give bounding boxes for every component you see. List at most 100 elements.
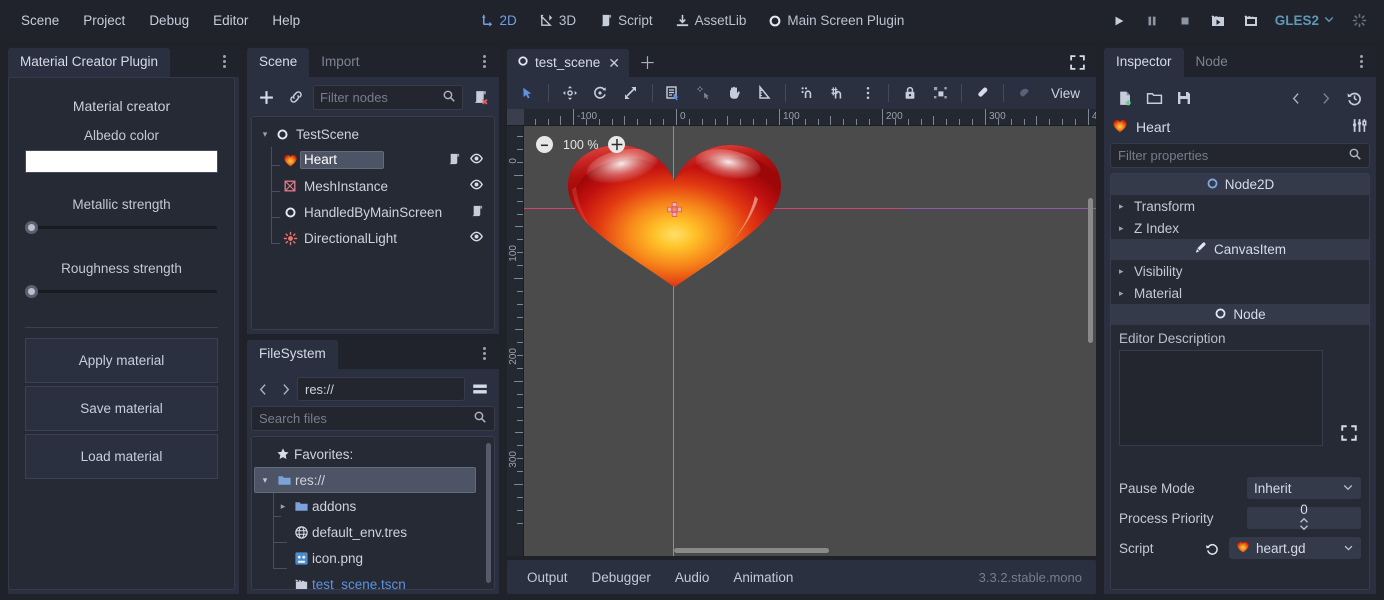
filesystem-path-value[interactable]: res://: [297, 377, 465, 401]
ruler-corner[interactable]: [507, 109, 524, 125]
pan-mode-button[interactable]: [719, 80, 748, 106]
main-screen-plugin-button[interactable]: Main Screen Plugin: [759, 8, 913, 33]
instance-scene-button[interactable]: [283, 84, 309, 110]
lock-button[interactable]: [895, 80, 924, 106]
inspector-history-button[interactable]: [1341, 86, 1368, 110]
snap-options-button[interactable]: [853, 80, 882, 106]
process-priority-spinbox[interactable]: 0: [1247, 507, 1361, 529]
chevron-right-icon[interactable]: ▸: [1119, 266, 1128, 277]
load-material-button[interactable]: Load material: [25, 434, 218, 479]
skeleton-button[interactable]: [968, 80, 997, 106]
play-scene-button[interactable]: [1203, 7, 1233, 35]
inspector-forward-button[interactable]: [1312, 86, 1339, 110]
chevron-down-icon[interactable]: [1343, 541, 1354, 556]
canvas-horizontal-scrollbar[interactable]: [674, 548, 829, 553]
filesystem-forward-button[interactable]: [275, 377, 295, 401]
menu-scene[interactable]: Scene: [10, 8, 70, 33]
kebab-menu-icon[interactable]: [477, 346, 491, 362]
save-material-button[interactable]: Save material: [25, 386, 218, 431]
scene-tree[interactable]: ▾ TestScene Heart: [251, 116, 495, 330]
scene-tree-row-directionallight[interactable]: DirectionalLight: [254, 225, 492, 251]
pivot-mode-button[interactable]: [689, 80, 718, 106]
editor-description-textarea[interactable]: [1119, 350, 1323, 446]
list-select-button[interactable]: [659, 80, 688, 106]
property-row-transform[interactable]: ▸ Transform: [1111, 195, 1369, 217]
property-row-pause-mode[interactable]: Pause Mode Inherit: [1111, 473, 1369, 503]
bottom-panel-output[interactable]: Output: [517, 566, 578, 589]
chevron-right-icon[interactable]: ▸: [276, 501, 290, 512]
menu-editor[interactable]: Editor: [202, 8, 259, 33]
add-node-button[interactable]: [253, 84, 279, 110]
revert-icon[interactable]: [1201, 541, 1223, 556]
scale-mode-button[interactable]: [616, 80, 645, 106]
property-row-script[interactable]: Script heart.gd: [1111, 533, 1369, 563]
roughness-slider-handle[interactable]: [25, 285, 38, 298]
load-resource-button[interactable]: [1141, 86, 1168, 110]
filesystem-row-addons[interactable]: ▸ addons: [254, 493, 492, 519]
chevron-right-icon[interactable]: ▸: [1119, 201, 1128, 212]
script-icon[interactable]: [446, 151, 461, 169]
animation-key-button[interactable]: [1010, 80, 1039, 106]
canvas-2d[interactable]: − 100 % ＋: [524, 126, 1096, 556]
tab-filesystem[interactable]: FileSystem: [247, 340, 338, 369]
tab-scene[interactable]: Scene: [247, 48, 309, 77]
script-remove-button[interactable]: [467, 84, 493, 110]
filesystem-tree[interactable]: Favorites: ▾ res:// ▸ ad: [251, 436, 495, 590]
menu-help[interactable]: Help: [261, 8, 311, 33]
metallic-strength-slider[interactable]: [25, 219, 218, 235]
selection-pivot-icon[interactable]: [667, 202, 680, 215]
chevron-down-icon[interactable]: ▾: [257, 475, 273, 486]
visibility-eye-icon[interactable]: [469, 229, 484, 247]
menu-debug[interactable]: Debug: [138, 8, 200, 33]
filesystem-row-test-scene[interactable]: test_scene.tscn: [254, 571, 492, 590]
scene-tree-row-testscene[interactable]: ▾ TestScene: [254, 121, 492, 147]
close-icon[interactable]: ✕: [608, 56, 620, 70]
filesystem-search-input[interactable]: Search files: [251, 406, 495, 431]
scene-tab-test-scene[interactable]: test_scene ✕: [507, 49, 629, 77]
property-row-visibility[interactable]: ▸ Visibility: [1111, 260, 1369, 282]
select-mode-button[interactable]: [513, 80, 542, 106]
chevron-right-icon[interactable]: ▸: [1119, 223, 1128, 234]
apply-material-button[interactable]: Apply material: [25, 338, 218, 383]
script-resource-picker[interactable]: heart.gd: [1229, 537, 1361, 559]
kebab-menu-icon[interactable]: [1354, 54, 1368, 70]
main-screen-2d-button[interactable]: 2D: [471, 8, 526, 33]
play-button[interactable]: [1104, 7, 1134, 35]
bottom-panel-debugger[interactable]: Debugger: [582, 566, 661, 589]
property-list[interactable]: Node2D ▸ Transform ▸ Z Index CanvasItem: [1110, 173, 1370, 590]
save-resource-button[interactable]: [1170, 86, 1197, 110]
visibility-eye-icon[interactable]: [469, 151, 484, 169]
spinner-arrows-icon[interactable]: [1298, 517, 1310, 534]
smart-snap-button[interactable]: [823, 80, 852, 106]
scene-tree-row-handledbymainscreen[interactable]: HandledByMainScreen: [254, 199, 492, 225]
kebab-menu-icon[interactable]: [477, 54, 491, 70]
filesystem-split-mode-button[interactable]: [467, 376, 493, 402]
property-row-process-priority[interactable]: Process Priority 0: [1111, 503, 1369, 533]
filter-nodes-input[interactable]: Filter nodes: [313, 85, 463, 110]
chevron-right-icon[interactable]: ▸: [1119, 288, 1128, 299]
zoom-in-button[interactable]: ＋: [608, 136, 625, 153]
scene-tree-row-heart[interactable]: Heart: [254, 147, 492, 173]
scene-tree-row-meshinstance[interactable]: MeshInstance: [254, 173, 492, 199]
roughness-strength-slider[interactable]: [25, 283, 218, 299]
filesystem-row-icon-png[interactable]: icon.png: [254, 545, 492, 571]
renderer-selector[interactable]: GLES2: [1269, 9, 1341, 32]
property-category-node[interactable]: Node: [1111, 304, 1369, 325]
bottom-panel-audio[interactable]: Audio: [665, 566, 720, 589]
canvas-vertical-scrollbar[interactable]: [1088, 198, 1093, 343]
view-menu-button[interactable]: View: [1041, 82, 1090, 105]
main-screen-3d-button[interactable]: 3D: [530, 8, 585, 33]
bottom-panel-animation[interactable]: Animation: [723, 566, 803, 589]
tab-material-creator-plugin[interactable]: Material Creator Plugin: [8, 48, 170, 77]
visibility-eye-icon[interactable]: [469, 177, 484, 195]
snap-mode-button[interactable]: [792, 80, 821, 106]
new-scene-tab-button[interactable]: ＋: [629, 50, 666, 77]
pause-mode-dropdown[interactable]: Inherit: [1247, 477, 1361, 499]
zoom-out-button[interactable]: −: [536, 136, 553, 153]
play-custom-scene-button[interactable]: [1236, 7, 1266, 35]
menu-project[interactable]: Project: [72, 8, 136, 33]
tab-import[interactable]: Import: [309, 48, 371, 77]
main-screen-assetlib-button[interactable]: AssetLib: [666, 8, 756, 33]
metallic-slider-handle[interactable]: [25, 221, 38, 234]
stop-button[interactable]: [1170, 7, 1200, 35]
